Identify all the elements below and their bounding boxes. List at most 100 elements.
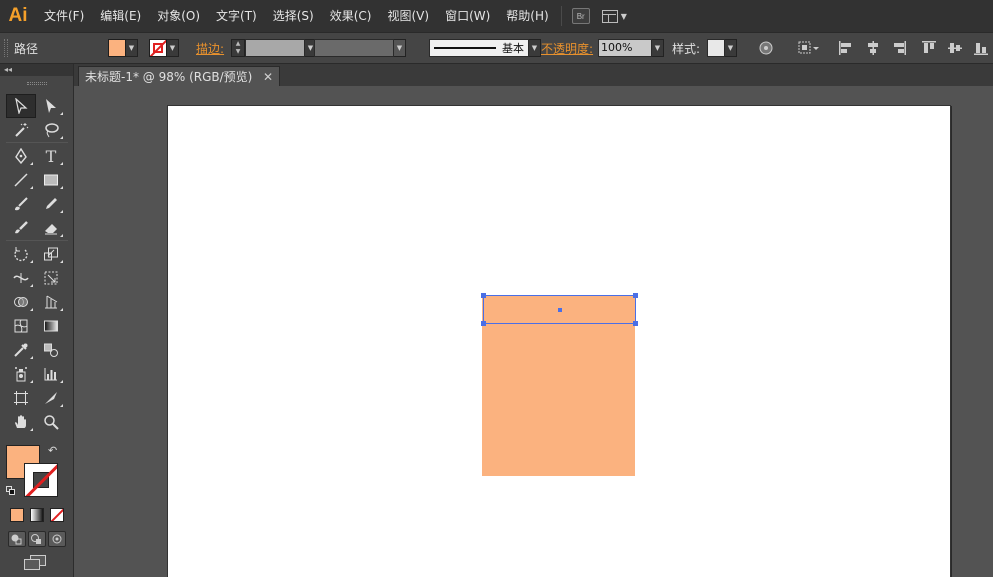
- width-tool[interactable]: [6, 266, 36, 290]
- eyedropper-tool[interactable]: [6, 338, 36, 362]
- chevron-down-icon[interactable]: ▼: [126, 39, 138, 57]
- align-horizontal-center-button[interactable]: [865, 33, 881, 63]
- paintbrush-tool[interactable]: [6, 192, 36, 216]
- pencil-tool[interactable]: [36, 192, 66, 216]
- scale-tool[interactable]: [36, 242, 66, 266]
- brush-definition-field[interactable]: 基本: [429, 39, 529, 57]
- fill-color-control[interactable]: ▼: [108, 33, 138, 63]
- pencil-icon: [46, 198, 57, 209]
- tools-panel-collapse-button[interactable]: ◂◂: [0, 64, 73, 76]
- shape-builder-tool[interactable]: [6, 290, 36, 314]
- gradient-tool[interactable]: [36, 314, 66, 338]
- selection-tool[interactable]: [6, 94, 36, 118]
- selection-bounding-box[interactable]: [481, 293, 638, 326]
- default-fill-stroke-icon[interactable]: [6, 486, 16, 496]
- opacity-label[interactable]: 不透明度:: [541, 40, 593, 57]
- graphic-style-swatch[interactable]: [707, 39, 725, 57]
- eraser-tool[interactable]: [36, 216, 66, 240]
- chevron-down-icon[interactable]: ▼: [167, 39, 179, 57]
- menu-type[interactable]: 文字(T): [208, 0, 265, 32]
- close-icon[interactable]: ✕: [263, 70, 273, 84]
- slice-tool[interactable]: [36, 386, 66, 410]
- rotate-tool[interactable]: [6, 242, 36, 266]
- brush-definition-control[interactable]: 基本 ▼: [429, 33, 541, 63]
- align-right-button[interactable]: [891, 33, 907, 63]
- none-slash-icon: [51, 509, 63, 521]
- hand-tool[interactable]: [6, 410, 36, 434]
- rectangle-tool[interactable]: [36, 168, 66, 192]
- variable-width-field[interactable]: [314, 39, 394, 57]
- mesh-tool[interactable]: [6, 314, 36, 338]
- canvas-area[interactable]: [74, 86, 993, 577]
- column-graph-tool[interactable]: [36, 362, 66, 386]
- align-left-button[interactable]: [838, 33, 854, 63]
- gradient-mode-button[interactable]: [30, 508, 44, 522]
- selection-handle-bottom-left[interactable]: [481, 321, 486, 326]
- stroke-none-swatch[interactable]: [149, 39, 167, 57]
- selection-arrow-icon: [15, 98, 28, 114]
- rectangle-icon: [44, 174, 58, 186]
- draw-inside-button[interactable]: [48, 531, 66, 547]
- variable-width-profile[interactable]: ▼: [314, 33, 406, 63]
- control-bar-grip[interactable]: [4, 33, 8, 63]
- menu-file[interactable]: 文件(F): [36, 0, 92, 32]
- stroke-color-control[interactable]: ▼: [149, 33, 179, 63]
- menu-help[interactable]: 帮助(H): [498, 0, 556, 32]
- lasso-tool[interactable]: [36, 118, 66, 142]
- opacity-field[interactable]: 100%: [598, 39, 652, 57]
- align-middle-icon: [948, 43, 962, 53]
- align-top-button[interactable]: [921, 33, 937, 63]
- chevron-down-icon[interactable]: ▼: [529, 39, 541, 57]
- stroke-weight-control[interactable]: ▲ ▼ ▼: [231, 33, 317, 63]
- screen-mode-button[interactable]: [24, 555, 46, 571]
- stroke-label[interactable]: 描边:: [196, 40, 224, 57]
- color-mode-button[interactable]: [10, 508, 24, 522]
- chevron-down-icon[interactable]: ▼: [652, 39, 664, 57]
- symbol-sprayer-tool[interactable]: [6, 362, 36, 386]
- select-similar-button[interactable]: [798, 33, 820, 63]
- zoom-tool[interactable]: [36, 410, 66, 434]
- bridge-button[interactable]: Br: [571, 5, 590, 27]
- stroke-weight-spinner[interactable]: ▲ ▼: [231, 39, 245, 57]
- draw-behind-button[interactable]: [28, 531, 46, 547]
- artboard-tool[interactable]: [6, 386, 36, 410]
- recolor-artwork-button[interactable]: [758, 33, 774, 63]
- menu-select[interactable]: 选择(S): [265, 0, 322, 32]
- type-tool[interactable]: T: [36, 144, 66, 168]
- tools-panel-grip[interactable]: [0, 76, 73, 90]
- selection-handle-top-left[interactable]: [481, 293, 486, 298]
- draw-normal-icon: [11, 534, 22, 545]
- swap-fill-stroke-icon[interactable]: ↶: [48, 444, 57, 457]
- magic-wand-tool[interactable]: [6, 118, 36, 142]
- opacity-control[interactable]: 100% ▼: [598, 33, 664, 63]
- line-segment-tool[interactable]: [6, 168, 36, 192]
- perspective-grid-tool[interactable]: [36, 290, 66, 314]
- fill-swatch[interactable]: [108, 39, 126, 57]
- stroke-weight-field[interactable]: [245, 39, 305, 57]
- graphic-style-control[interactable]: ▼: [707, 33, 737, 63]
- chevron-down-icon[interactable]: ▼: [725, 39, 737, 57]
- align-bottom-button[interactable]: [973, 33, 989, 63]
- chevron-down-icon[interactable]: ▼: [394, 39, 406, 57]
- selection-handle-top-right[interactable]: [633, 293, 638, 298]
- pen-tool[interactable]: [6, 144, 36, 168]
- align-vertical-center-button[interactable]: [947, 33, 963, 63]
- blend-tool[interactable]: [36, 338, 66, 362]
- artboard[interactable]: [167, 105, 951, 577]
- free-transform-tool[interactable]: [36, 266, 66, 290]
- tools-panel: ◂◂ T ↶: [0, 64, 74, 577]
- column-graph-icon: [44, 368, 57, 381]
- none-mode-button[interactable]: [50, 508, 64, 522]
- workspace-switcher-button[interactable]: ▼: [601, 5, 627, 27]
- menu-object[interactable]: 对象(O): [149, 0, 208, 32]
- menu-effect[interactable]: 效果(C): [322, 0, 380, 32]
- menu-edit[interactable]: 编辑(E): [92, 0, 149, 32]
- menu-window[interactable]: 窗口(W): [437, 0, 498, 32]
- menu-view[interactable]: 视图(V): [379, 0, 437, 32]
- selection-handle-bottom-right[interactable]: [633, 321, 638, 326]
- draw-normal-button[interactable]: [8, 531, 26, 547]
- direct-selection-tool[interactable]: [36, 94, 66, 118]
- stroke-color-swatch[interactable]: [24, 463, 58, 497]
- document-tab[interactable]: 未标题-1* @ 98% (RGB/预览) ✕: [78, 66, 280, 86]
- blob-brush-tool[interactable]: [6, 216, 36, 240]
